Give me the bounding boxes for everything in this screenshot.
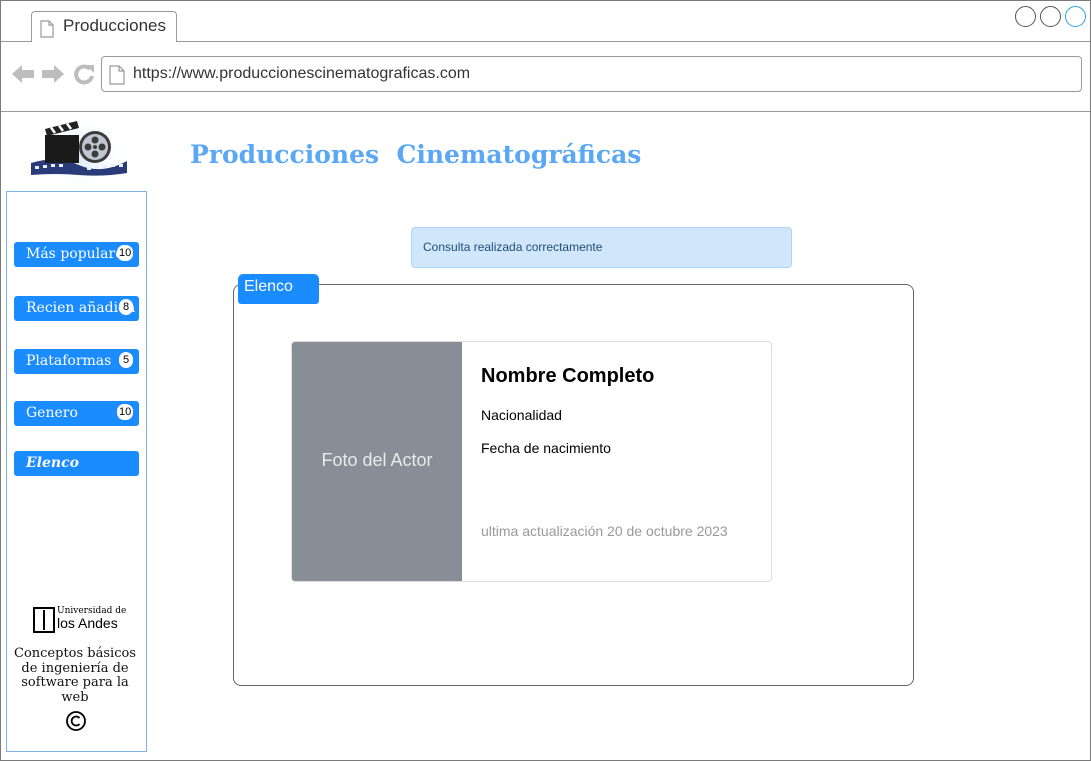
university-name-line2: los Andes: [57, 615, 118, 631]
panel-legend: Elenco: [238, 274, 319, 304]
browser-tab[interactable]: Producciones: [31, 11, 177, 43]
count-badge: 10: [117, 245, 134, 261]
url-text: https://www.produccionescinematograficas…: [133, 65, 471, 82]
actor-name: Nombre Completo: [481, 365, 655, 387]
sidebar-item-plataformas[interactable]: Plataformas 5: [14, 349, 139, 374]
actor-birth-date: Fecha de nacimiento: [481, 440, 611, 456]
browser-window: Producciones https://www.produccionescin…: [0, 0, 1091, 761]
sidebar-item-label: Plataformas: [26, 353, 112, 369]
sidebar-item-elenco[interactable]: Elenco: [14, 451, 139, 476]
navigation-bar: https://www.produccionescinematograficas…: [1, 42, 1090, 112]
film-logo-icon: [31, 117, 127, 189]
actor-nationality: Nacionalidad: [481, 407, 562, 423]
actor-card[interactable]: Foto del Actor Nombre Completo Nacionali…: [291, 341, 772, 582]
close-button[interactable]: [1065, 6, 1086, 27]
reload-icon[interactable]: [72, 63, 96, 85]
actor-photo-placeholder: Foto del Actor: [292, 342, 462, 581]
last-updated: ultima actualización 20 de octubre 2023: [481, 523, 728, 539]
back-arrow-icon[interactable]: [11, 63, 35, 85]
sidebar-item-genero[interactable]: Genero 10: [14, 401, 139, 426]
page-title: Producciones Cinematográficas: [190, 140, 642, 169]
sidebar-item-label: Elenco: [26, 455, 79, 471]
document-icon: [40, 20, 54, 38]
count-badge: 5: [119, 352, 133, 368]
university-name: Universidad de los Andes: [57, 606, 126, 631]
minimize-button[interactable]: [1015, 6, 1036, 27]
course-note: Conceptos básicos de ingeniería de softw…: [14, 646, 136, 705]
sidebar-item-recien-anadida[interactable]: Recien añadida 8: [14, 296, 139, 321]
university-crest-icon: [33, 607, 55, 633]
maximize-button[interactable]: [1040, 6, 1061, 27]
tab-bar: Producciones: [1, 1, 1090, 43]
copyright-icon: [66, 711, 86, 731]
panel-legend-label: Elenco: [244, 278, 293, 295]
tab-title: Producciones: [63, 16, 167, 35]
address-bar[interactable]: https://www.produccionescinematograficas…: [101, 56, 1082, 92]
success-alert: Consulta realizada correctamente: [411, 227, 792, 268]
sidebar-item-label: Más populares: [26, 246, 131, 262]
count-badge: 8: [119, 299, 133, 315]
page-icon: [109, 65, 125, 85]
sidebar-item-mas-populares[interactable]: Más populares 10: [14, 242, 139, 267]
sidebar: Más populares 10 Recien añadida 8 Plataf…: [6, 191, 147, 752]
sidebar-item-label: Genero: [26, 405, 78, 421]
alert-message: Consulta realizada correctamente: [423, 240, 603, 254]
photo-placeholder-text: Foto del Actor: [321, 450, 433, 470]
count-badge: 10: [117, 404, 134, 420]
forward-arrow-icon[interactable]: [41, 63, 65, 85]
